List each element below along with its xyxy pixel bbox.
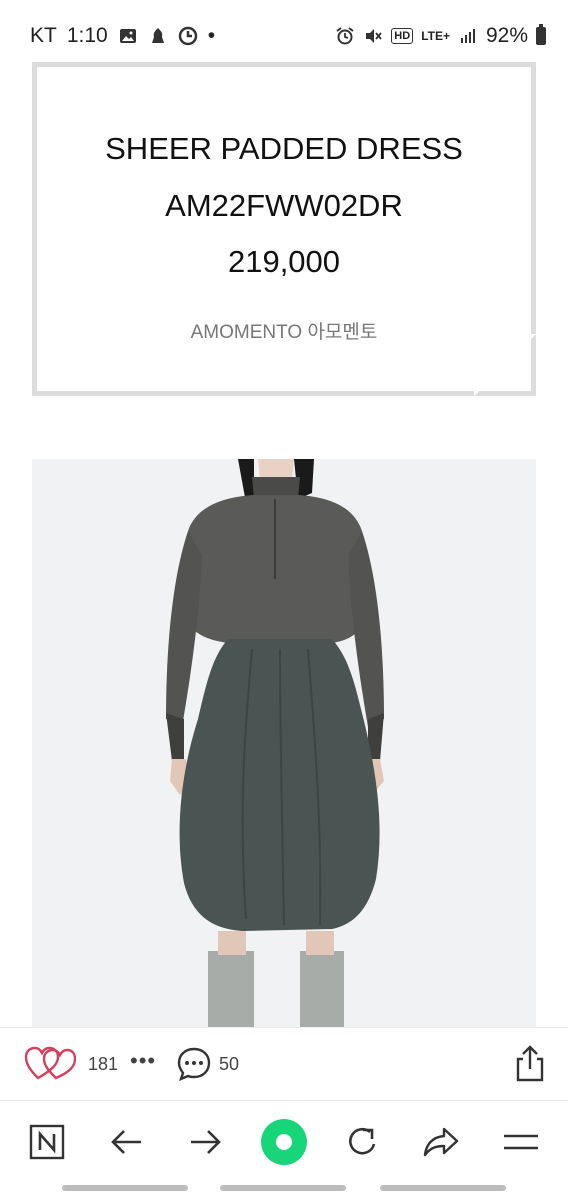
product-name: SHEER PADDED DRESS	[105, 131, 463, 166]
product-info-card: SHEER PADDED DRESS AM22FWW02DR 219,000 A…	[32, 62, 536, 396]
more-notifications-dot: •	[207, 24, 216, 47]
gesture-bar-left	[62, 1185, 188, 1191]
forward-button[interactable]	[181, 1118, 229, 1166]
gesture-bar-center	[220, 1185, 346, 1191]
alarm-icon	[336, 27, 354, 45]
comment-icon[interactable]	[176, 1046, 212, 1082]
status-left: KT 1:10 •	[30, 24, 215, 48]
refresh-button[interactable]	[338, 1118, 386, 1166]
like-hearts-icon[interactable]	[24, 1044, 76, 1082]
arrow-right-icon	[191, 1130, 221, 1154]
dress-illustration	[166, 459, 384, 1027]
hd-voice-badge: HD	[391, 28, 414, 44]
green-circle-icon	[261, 1119, 307, 1165]
arrow-left-icon	[111, 1130, 141, 1154]
share-upload-icon[interactable]	[510, 1044, 550, 1084]
post-action-bar: 181 ••• 50	[0, 1027, 568, 1100]
menu-button[interactable]	[497, 1118, 545, 1166]
back-button[interactable]	[103, 1118, 151, 1166]
gallery-icon	[119, 29, 136, 43]
product-price: 219,000	[227, 244, 341, 279]
refresh-icon	[349, 1127, 376, 1155]
signal-icon	[460, 29, 475, 43]
share-arrow-icon	[423, 1127, 459, 1157]
product-code: AM22FWW02DR	[165, 188, 403, 223]
like-count: 181	[88, 1054, 119, 1074]
carrier-label: KT	[30, 24, 57, 47]
status-right: HD LTE+ 92%	[335, 24, 546, 48]
timer-icon	[178, 26, 197, 46]
product-photo[interactable]	[32, 459, 536, 1027]
menu-icon	[504, 1134, 538, 1150]
green-dot-button[interactable]	[260, 1118, 308, 1166]
naver-home-button[interactable]	[23, 1118, 71, 1166]
network-type: LTE+	[421, 29, 450, 43]
gesture-bar-right	[380, 1185, 506, 1191]
mute-icon	[366, 29, 382, 43]
product-brand: AMOMENTO 아모멘토	[190, 322, 378, 343]
naver-n-icon	[29, 1124, 65, 1160]
app-notification-icon	[151, 28, 164, 43]
share-button[interactable]	[417, 1118, 465, 1166]
clock: 1:10	[66, 24, 108, 47]
battery-icon	[536, 24, 546, 45]
more-options-button[interactable]: •••	[130, 1048, 156, 1074]
page-curl-corner	[474, 334, 536, 396]
battery-percent: 92%	[485, 24, 528, 47]
comment-count: 50	[219, 1054, 240, 1074]
